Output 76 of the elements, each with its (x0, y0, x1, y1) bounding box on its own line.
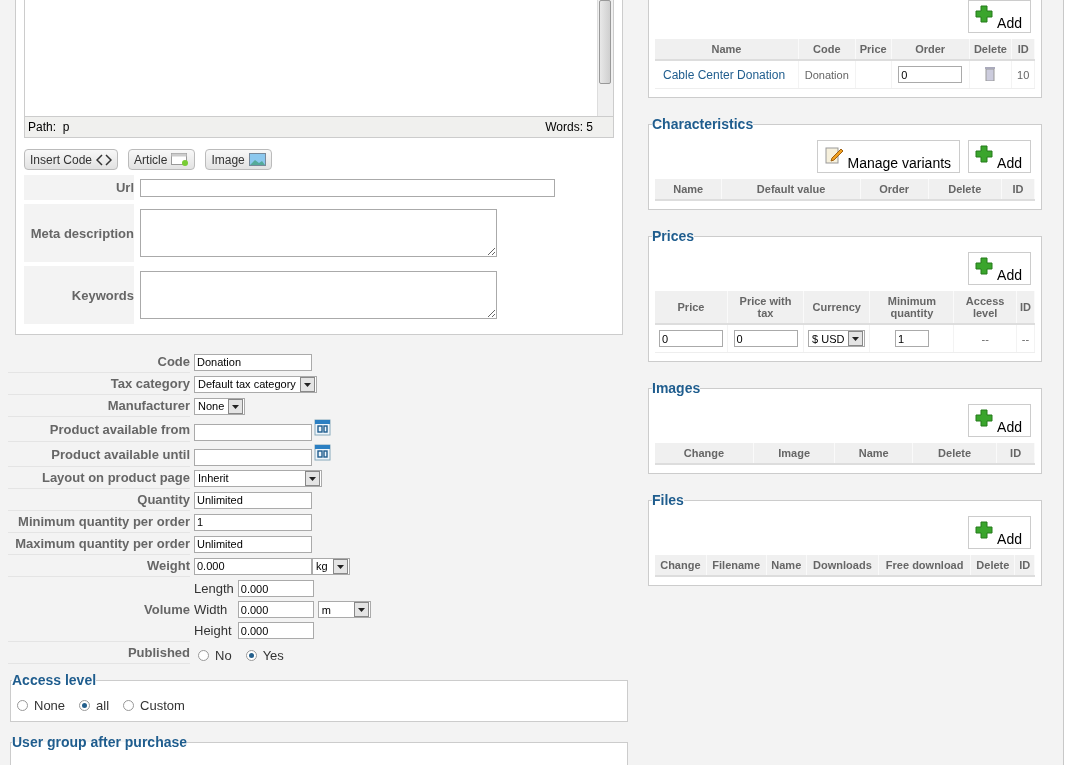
column-header: Name (766, 555, 807, 576)
text-field[interactable]: 0.000 (237, 580, 314, 597)
column-header: Delete (970, 555, 1015, 576)
field-label: Keywords (24, 266, 134, 324)
column-header: Delete (912, 443, 997, 464)
path-label: Path: p (28, 120, 70, 134)
column-header: Free download (878, 555, 971, 576)
column-header: Name (655, 179, 722, 200)
dimension-label: Width (194, 602, 229, 617)
column-header: Change (655, 443, 754, 464)
column-header: Change (655, 555, 707, 576)
text-field[interactable]: 1 (894, 330, 929, 347)
text-field[interactable]: 1 (194, 513, 312, 531)
manage-variants-button[interactable]: Manage variants (816, 140, 961, 173)
text-field[interactable]: 0 (659, 330, 723, 347)
text-field[interactable]: Donation (194, 353, 312, 371)
section-title: Files (652, 492, 684, 508)
text-field[interactable]: Unlimited (194, 491, 312, 509)
column-header: Price (855, 39, 892, 60)
word-count: Words: 5 (545, 120, 593, 134)
column-header: Filename (706, 555, 767, 576)
dimension-label: Length (194, 581, 234, 596)
text-field[interactable]: Unlimited (194, 535, 312, 553)
radio-label: Custom (140, 698, 185, 713)
column-header: Order (891, 39, 970, 60)
editor-button[interactable]: Article (128, 149, 196, 170)
add-button[interactable]: Add (968, 140, 1031, 173)
editor-button[interactable]: Insert Code (24, 149, 119, 170)
column-header: Price with tax (727, 291, 804, 324)
section-title: User group after purchase (12, 734, 188, 750)
dropdown[interactable]: None (194, 397, 246, 415)
column-header: ID (1011, 39, 1035, 60)
dropdown[interactable]: Default tax category (194, 375, 317, 393)
add-button[interactable]: Add (968, 404, 1031, 437)
text-field[interactable]: 0 (733, 330, 798, 347)
column-header: Minimum quantity (869, 291, 954, 324)
section-title: Images (652, 380, 701, 396)
radio-label: No (215, 647, 232, 663)
add-button[interactable]: Add (968, 516, 1031, 549)
section-title: Characteristics (652, 116, 754, 132)
column-header: Image (753, 443, 835, 464)
radio-label: all (96, 698, 110, 713)
column-header: Downloads (806, 555, 879, 576)
text-field[interactable]: 0.000 (237, 622, 314, 639)
column-header: Name (655, 39, 799, 60)
dropdown[interactable]: m (317, 601, 371, 618)
text-field[interactable]: 0 (898, 66, 963, 83)
text-field[interactable]: 0.000 (194, 557, 312, 575)
section-title: Prices (652, 228, 695, 244)
column-header: ID (996, 443, 1035, 464)
column-header: Name (834, 443, 913, 464)
dimension-label: Height (194, 623, 233, 638)
column-header: Default value (721, 179, 861, 200)
dropdown[interactable]: Inherit (194, 469, 322, 487)
text-field[interactable]: 0.000 (237, 601, 314, 618)
dropdown[interactable]: kg (312, 557, 350, 575)
column-header: Currency (803, 291, 870, 324)
column-header: Access level (953, 291, 1017, 324)
add-button[interactable]: Add (968, 0, 1031, 33)
radio-label: None (34, 698, 66, 713)
product-link[interactable]: Cable Center Donation (663, 67, 786, 82)
column-header: Code (798, 39, 856, 60)
dropdown[interactable]: $ USD (808, 330, 866, 347)
table-cell: -- (953, 324, 1017, 353)
field-label: Meta description (24, 204, 134, 262)
column-header: Price (655, 291, 728, 324)
column-header: Delete (928, 179, 1002, 200)
add-button[interactable]: Add (968, 252, 1031, 285)
table-cell: Donation (798, 60, 856, 89)
radio-label: Yes (262, 647, 284, 663)
field-label: Url (24, 175, 134, 200)
section-title: Access level (12, 672, 97, 688)
editor-button[interactable]: Image (205, 149, 272, 170)
column-header: Order (860, 179, 929, 200)
column-header: ID (1001, 179, 1035, 200)
column-header: Delete (969, 39, 1012, 60)
